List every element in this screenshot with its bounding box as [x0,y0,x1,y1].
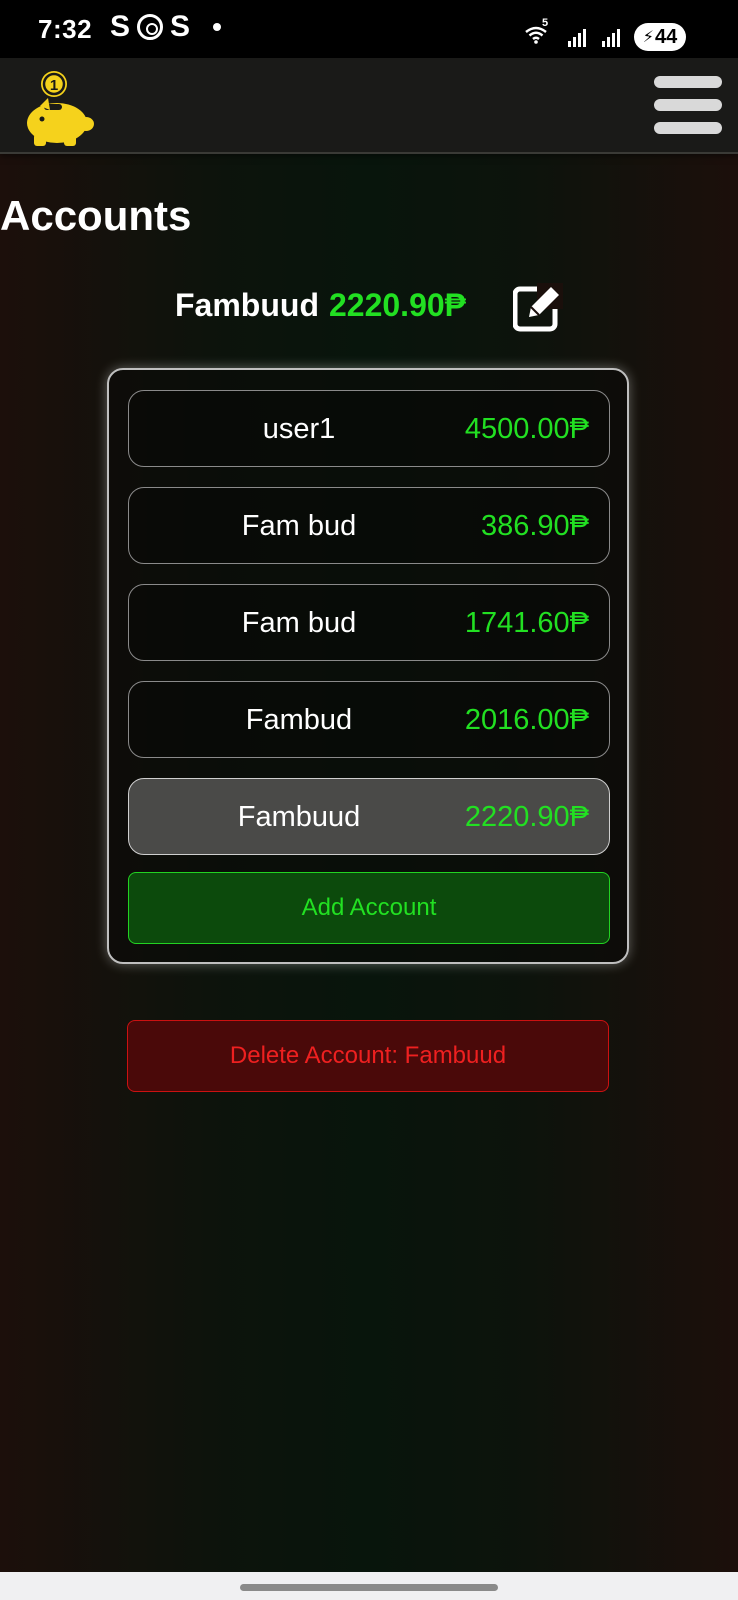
account-balance: 2016.00₱ [464,704,589,736]
app-header: 1 [0,58,738,154]
s-app-icon: S [109,10,130,43]
account-balance: 2220.90₱ [464,801,589,833]
account-name: Fambud [245,704,353,736]
piggy-bank-coin-icon[interactable]: 1 [20,66,96,146]
selected-account-summary: Fambuud 2220.90 ₱ [175,285,466,325]
wifi-icon: 5 [524,17,554,47]
account-name: Fam bud [241,607,357,639]
accounts-panel: user1 4500.00₱ Fam bud 386.90₱ Fam bud 1… [107,368,629,964]
signal-icon [568,27,586,47]
more-notifications-dot-icon [213,23,221,31]
notification-icons: S S [107,12,221,42]
whatsapp-icon [137,14,163,40]
account-balance: 1741.60₱ [464,607,589,639]
signal-icon-2 [602,27,620,47]
page-title: Accounts [0,192,192,239]
edit-square-icon[interactable] [513,283,563,333]
account-row[interactable]: Fambud 2016.00₱ [128,681,610,758]
screen: 7:32 S S 5 ⚡ 44 1 Accounts Fambuud 2220.… [0,0,738,1600]
account-row[interactable]: user1 4500.00₱ [128,390,610,467]
status-time: 7:32 [38,14,93,44]
account-row[interactable]: Fam bud 1741.60₱ [128,584,610,661]
account-balance: 4500.00₱ [464,413,589,445]
system-navigation-bar [0,1572,738,1600]
battery-level: 44 [654,25,678,48]
svg-text:1: 1 [50,77,58,94]
account-balance: 386.90₱ [480,510,589,542]
account-row[interactable]: Fam bud 386.90₱ [128,487,610,564]
account-name: Fambuud [237,801,361,833]
account-name: user1 [262,413,336,445]
charging-icon: ⚡ [642,29,654,46]
selected-account-balance: 2220.90 [328,286,445,323]
status-bar: 7:32 S S 5 ⚡ 44 [0,0,738,58]
selected-account-name: Fambuud [175,286,319,323]
hamburger-menu-icon[interactable] [654,76,722,134]
add-account-button[interactable]: Add Account [128,872,610,944]
account-name: Fam bud [241,510,357,542]
s-app-icon-2: S [169,10,190,43]
delete-account-button[interactable]: Delete Account: Fambuud [127,1020,609,1092]
wifi-label: 5 [542,17,549,29]
system-indicators: 5 ⚡ 44 [524,17,686,51]
home-gesture-handle[interactable] [240,1584,498,1591]
account-row-selected[interactable]: Fambuud 2220.90₱ [128,778,610,855]
account-list: user1 4500.00₱ Fam bud 386.90₱ Fam bud 1… [128,390,610,875]
currency-symbol: ₱ [444,286,466,323]
battery-indicator: ⚡ 44 [634,23,686,51]
